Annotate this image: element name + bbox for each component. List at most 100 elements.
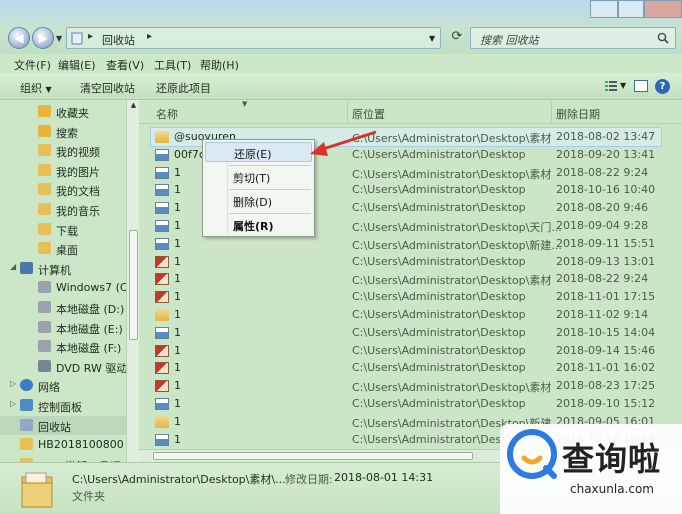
sidebar-item[interactable]: 我的视频 [0, 141, 126, 160]
table-row[interactable]: 1 C:\Users\Administrator\Desktop\素材 2018-0… [151, 377, 661, 395]
sidebar-item[interactable]: 收藏夹 [0, 102, 126, 121]
address-dropdown-icon[interactable]: ▼ [429, 34, 435, 43]
table-row[interactable]: 1 C:\Users\Administrator\Desktop 2018-10-1… [151, 324, 661, 342]
sidebar-item[interactable]: 我的音乐 [0, 200, 126, 219]
context-delete-label: 删除(D) [233, 196, 273, 209]
image-file-icon [155, 362, 169, 375]
expand-arrow-icon[interactable]: ◢ [10, 262, 16, 271]
sidebar-item[interactable]: 本地磁盘 (D:) [0, 298, 126, 317]
sidebar-item[interactable]: 桌面 [0, 239, 126, 258]
table-row[interactable]: 1 C:\Users\Administrator\Desktop\新建... 201… [151, 235, 661, 253]
file-deleted-date: 2018-08-02 13:47 [556, 130, 656, 143]
file-deleted-date: 2018-08-20 9:46 [556, 201, 649, 215]
refresh-icon[interactable]: ⟳ [446, 29, 468, 47]
file-name: 1 [174, 254, 181, 268]
column-name[interactable]: 名称 [156, 106, 178, 122]
context-delete[interactable]: 删除(D) [205, 191, 312, 211]
organize-button[interactable]: 组织 ▼ [20, 80, 52, 96]
column-deleted-date[interactable]: 删除日期 [556, 106, 600, 122]
file-deleted-date: 2018-10-16 10:40 [556, 183, 656, 197]
sidebar-item[interactable]: Windows7 (C: [0, 278, 131, 297]
folder-icon [38, 183, 51, 196]
back-arrow-icon[interactable]: ◀ [8, 27, 30, 49]
menu-edit[interactable]: 编辑(E) [58, 57, 96, 73]
drive-icon [38, 281, 51, 294]
maximize-button[interactable] [618, 0, 644, 18]
expand-arrow-icon[interactable]: ▷ [10, 379, 16, 388]
breadcrumb-location[interactable]: 回收站 [102, 32, 135, 48]
folder-icon [155, 415, 169, 428]
favorites-icon [38, 105, 51, 117]
minimize-button[interactable] [590, 0, 618, 18]
help-icon[interactable]: ? [655, 79, 670, 94]
empty-recycle-bin-button[interactable]: 清空回收站 [80, 80, 135, 96]
sidebar-item[interactable]: HB2018100800 [0, 435, 126, 454]
menu-separator [229, 165, 311, 166]
image-file-icon [155, 326, 169, 339]
sidebar-item-label: Windows7 (C: [56, 281, 132, 295]
column-divider[interactable] [551, 102, 552, 122]
sidebar-item[interactable]: 搜索 [0, 122, 126, 141]
menu-tools[interactable]: 工具(T) [154, 57, 191, 73]
forward-arrow-icon[interactable]: ▶ [32, 27, 54, 49]
file-deleted-date: 2018-09-14 15:46 [556, 343, 656, 357]
search-input[interactable]: 搜索 回收站 [470, 27, 676, 49]
menu-help[interactable]: 帮助(H) [200, 57, 239, 73]
table-row[interactable]: 1 C:\Users\Administrator\Desktop 2018-11-0… [151, 306, 661, 324]
sidebar-item[interactable]: DVD RW 驱动 [0, 357, 127, 376]
context-properties[interactable]: 属性(R) [205, 215, 312, 235]
table-row[interactable]: 1 C:\Users\Administrator\Desktop 2018-11-0… [151, 359, 661, 377]
sidebar-item[interactable]: 本地磁盘 (E:) [0, 318, 126, 337]
sidebar-item[interactable]: 下载 [0, 220, 126, 239]
view-options-icon[interactable] [605, 80, 617, 92]
sidebar-scroll-thumb[interactable] [129, 230, 138, 340]
search-icon[interactable] [657, 32, 669, 44]
sidebar-item[interactable]: 本地磁盘 (F:) [0, 337, 126, 356]
table-row[interactable]: 1 C:\Users\Administrator\Desktop 2018-09-1… [151, 342, 661, 360]
file-original-location: C:\Users\Administrator\Desktop\素材 [352, 381, 552, 395]
sidebar-item[interactable]: Win7激活工具吧 [0, 455, 126, 462]
recent-pages-dropdown-icon[interactable]: ▼ [56, 34, 62, 43]
table-row[interactable]: 1 C:\Users\Administrator\Desktop 2018-11-0… [151, 288, 661, 306]
address-field[interactable]: ▸ 回收站 ▸ ▼ [66, 27, 441, 49]
table-row[interactable]: 1 C:\Users\Administrator\Desktop 2018-09-1… [151, 395, 661, 413]
image-file-icon [155, 166, 169, 179]
chevron-down-icon: ▼ [45, 85, 52, 94]
file-original-location: C:\Users\Administrator\Desktop\天门... [352, 221, 562, 234]
scroll-up-icon[interactable]: ▲ [128, 101, 139, 113]
preview-pane-icon[interactable] [634, 80, 648, 92]
sidebar-item[interactable]: ◢ 计算机 [0, 259, 126, 278]
folder-icon [38, 222, 51, 235]
context-restore[interactable]: 还原(E) [205, 142, 312, 162]
table-row[interactable]: 1 C:\Users\Administrator\Desktop 2018-09-1… [151, 253, 661, 271]
file-original-location: C:\Users\Administrator\Desktop\新建... [352, 238, 562, 252]
menu-file[interactable]: 文件(F) [14, 57, 51, 73]
column-location[interactable]: 原位置 [352, 106, 385, 122]
breadcrumb-arrow-icon[interactable]: ▸ [88, 31, 93, 42]
table-row[interactable]: 1 C:\Users\Administrator\Desktop\素材 2018-0… [151, 270, 661, 288]
sidebar-item[interactable]: 回收站 [0, 415, 126, 435]
sidebar-item[interactable]: 我的图片 [0, 161, 126, 180]
sidebar-item-label: 我的视频 [56, 146, 100, 160]
sidebar-item[interactable]: ▷ 网络 [0, 376, 126, 395]
chevron-down-icon[interactable]: ▼ [620, 81, 626, 90]
file-original-location: C:\Users\Administrator\Desktop [352, 361, 526, 375]
search-placeholder: 搜索 回收站 [480, 34, 539, 47]
breadcrumb-arrow-icon[interactable]: ▸ [147, 31, 152, 42]
sidebar-item-label: 我的图片 [56, 165, 100, 179]
file-original-location: C:\Users\Administrator\Desktop [352, 397, 526, 410]
restore-all-button[interactable]: 还原此项目 [156, 80, 211, 96]
sidebar-item[interactable]: ▷ 控制面板 [0, 396, 126, 415]
file-deleted-date: 2018-09-13 13:01 [556, 254, 656, 268]
menu-view[interactable]: 查看(V) [106, 57, 144, 73]
sidebar-item[interactable]: 我的文档 [0, 180, 126, 199]
expand-arrow-icon[interactable]: ▷ [10, 399, 16, 408]
column-divider[interactable] [347, 102, 348, 122]
file-deleted-date: 2018-08-22 9:24 [556, 165, 649, 179]
close-button[interactable] [644, 0, 682, 18]
file-original-location: C:\Users\Administrator\Desktop\素材 [352, 167, 552, 181]
horizontal-scroll-thumb[interactable] [153, 452, 473, 460]
file-original-location: C:\Users\Administrator\Desktop [352, 254, 526, 268]
sidebar-scrollbar[interactable]: ▲ [126, 100, 139, 462]
context-cut[interactable]: 剪切(T) [205, 167, 312, 187]
